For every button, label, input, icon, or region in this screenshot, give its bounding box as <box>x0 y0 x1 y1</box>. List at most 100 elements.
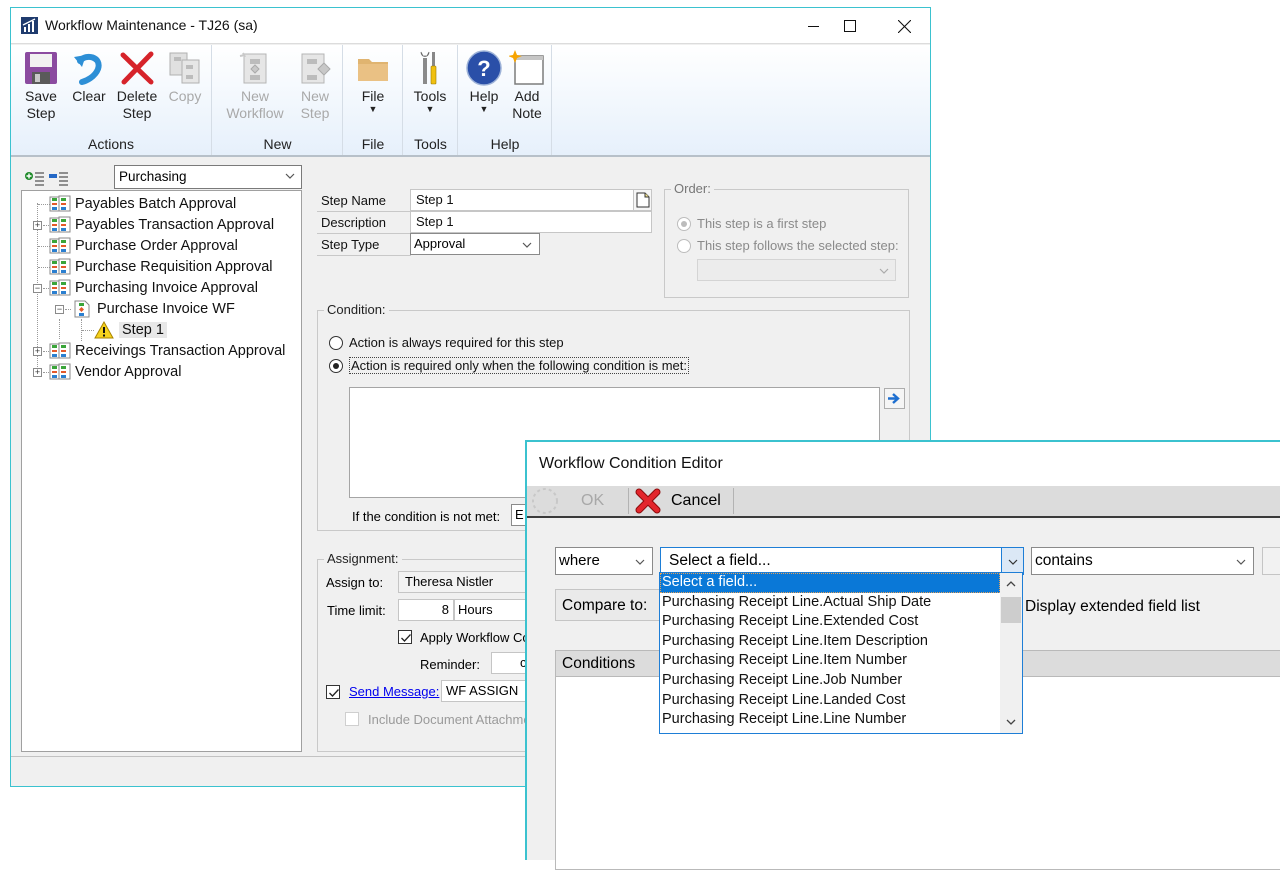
tree-expander[interactable]: + <box>33 347 42 356</box>
dropdown-scrollbar[interactable] <box>1000 573 1022 733</box>
step-name-input[interactable]: Step 1 <box>410 189 634 211</box>
maximize-button[interactable] <box>827 8 873 44</box>
time-limit-input[interactable]: 8 <box>398 599 454 621</box>
not-met-label: If the condition is not met: <box>352 509 501 524</box>
assign-to-label: Assign to: <box>326 575 384 590</box>
tree-node[interactable]: Purchase Invoice WF <box>71 299 235 319</box>
step-type-label: Step Type <box>317 234 411 256</box>
ok-check-icon <box>532 488 558 514</box>
field-option[interactable]: Purchasing Receipt Line.Item Description <box>660 632 1000 652</box>
field-option[interactable]: Purchasing Receipt Line.Line Number <box>660 710 1000 730</box>
scroll-up-icon[interactable] <box>1005 579 1017 589</box>
tree-node[interactable]: Payables Transaction Approval <box>49 215 274 235</box>
tree-node-label: Step 1 <box>119 322 167 338</box>
delete-step-button[interactable]: Delete Step <box>115 49 159 122</box>
compare-to-button[interactable]: Compare to: <box>555 589 665 621</box>
tree-node[interactable]: Step 1 <box>93 320 167 340</box>
tree-expander[interactable]: + <box>33 368 42 377</box>
scrollbar-thumb[interactable] <box>1001 597 1021 623</box>
follows-step-select[interactable] <box>697 259 896 281</box>
new-step-button[interactable]: New Step <box>293 49 337 122</box>
tree-node-label: Receivings Transaction Approval <box>75 343 286 359</box>
field-option[interactable]: Purchasing Receipt Line.Job Number <box>660 671 1000 691</box>
tree-expander[interactable]: + <box>33 221 42 230</box>
send-message-link[interactable]: Send Message: <box>349 684 439 699</box>
always-required-radio[interactable]: Action is always required for this step <box>329 335 564 350</box>
operator-select[interactable]: contains <box>1031 547 1254 575</box>
clear-button[interactable]: Clear <box>67 49 111 105</box>
series-select[interactable]: Purchasing <box>114 165 302 189</box>
copy-icon <box>169 52 200 84</box>
toolbar-separator <box>628 488 629 514</box>
tree-node[interactable]: Purchase Requisition Approval <box>49 257 272 277</box>
ok-button[interactable]: OK <box>529 486 625 516</box>
dialog-title: Workflow Condition Editor <box>539 455 723 472</box>
assign-to-field[interactable]: Theresa Nistler <box>398 571 538 593</box>
workflow-icon <box>71 300 93 318</box>
new-workflow-button[interactable]: New Workflow <box>223 49 287 122</box>
edit-condition-button[interactable] <box>884 388 905 409</box>
field-select-dropdown-button[interactable] <box>1001 548 1023 574</box>
chevron-down-icon <box>522 242 532 248</box>
field-select[interactable]: Select a field... <box>660 547 1024 575</box>
chevron-down-icon <box>879 268 889 274</box>
order-groupbox: Order: This step is a first step This st… <box>664 181 909 298</box>
new-step-icon <box>301 53 331 84</box>
chevron-down-icon <box>1008 559 1018 565</box>
field-dropdown-list[interactable]: Select a field... Purchasing Receipt Line… <box>659 572 1023 734</box>
description-label: Description <box>317 212 411 234</box>
note-icon <box>636 192 650 208</box>
help-menu-button[interactable]: ? Help ▼ <box>462 49 506 114</box>
field-option[interactable]: Purchasing Receipt Line.Extended Cost <box>660 612 1000 632</box>
apply-calendar-checkbox[interactable] <box>398 630 412 644</box>
follows-step-radio[interactable]: This step follows the selected step: <box>677 238 899 253</box>
dropdown-arrow-icon: ▼ <box>368 104 378 114</box>
workflow-type-icon <box>49 216 71 234</box>
value-input[interactable] <box>1262 547 1280 575</box>
ribbon-group-new: New Workflow New Step New <box>213 45 343 155</box>
tree-node[interactable]: Purchase Order Approval <box>49 236 238 256</box>
note-button[interactable] <box>633 189 652 211</box>
scroll-down-icon[interactable] <box>1005 717 1017 727</box>
tree-node[interactable]: Purchasing Invoice Approval <box>49 278 258 298</box>
tree-node[interactable]: Receivings Transaction Approval <box>49 341 285 361</box>
ribbon-group-help: ? Help ▼ Add Note Help <box>459 45 552 155</box>
warning-icon <box>93 321 115 339</box>
field-option[interactable]: Purchasing Receipt Line.Actual Ship Date <box>660 593 1000 613</box>
workflow-tree[interactable]: Payables Batch Approval + Payables Transac… <box>21 190 302 752</box>
tools-menu-button[interactable]: Tools ▼ <box>408 49 452 114</box>
tree-node[interactable]: Payables Batch Approval <box>49 194 236 214</box>
workflow-type-icon <box>49 237 71 255</box>
workflow-type-icon <box>49 258 71 276</box>
time-limit-label: Time limit: <box>327 603 386 618</box>
first-step-radio[interactable]: This step is a first step <box>677 216 826 231</box>
field-option[interactable]: Purchasing Receipt Line.Landed Cost <box>660 691 1000 711</box>
app-icon <box>21 17 38 34</box>
copy-button[interactable]: Copy <box>163 49 207 105</box>
field-option[interactable]: Purchasing Receipt Line.Item Number <box>660 651 1000 671</box>
conditional-required-radio[interactable]: Action is required only when the followi… <box>329 357 690 374</box>
workflow-type-icon <box>49 279 71 297</box>
include-attachments-checkbox[interactable] <box>345 712 359 726</box>
tree-expander[interactable]: − <box>55 305 64 314</box>
checkmark-icon <box>401 634 411 642</box>
ribbon-group-tools: Tools ▼ Tools <box>404 45 458 155</box>
expand-all-icon[interactable] <box>25 171 45 187</box>
file-menu-button[interactable]: File ▼ <box>351 49 395 114</box>
send-message-checkbox[interactable] <box>326 685 340 699</box>
save-step-button[interactable]: Save Step <box>19 49 63 122</box>
note-icon <box>509 50 544 85</box>
close-button[interactable] <box>881 8 927 44</box>
tree-expander[interactable]: − <box>33 284 42 293</box>
tools-icon <box>420 51 437 85</box>
tree-node[interactable]: Vendor Approval <box>49 362 181 382</box>
cancel-button[interactable]: Cancel <box>635 486 731 516</box>
collapse-all-icon[interactable] <box>49 171 69 187</box>
delete-icon <box>120 51 154 85</box>
where-select[interactable]: where <box>555 547 653 575</box>
add-note-button[interactable]: Add Note <box>505 49 549 122</box>
description-input[interactable]: Step 1 <box>410 211 652 233</box>
folder-icon <box>358 59 388 81</box>
step-type-select[interactable]: Approval <box>410 233 540 255</box>
field-option[interactable]: Select a field... <box>660 573 1000 593</box>
